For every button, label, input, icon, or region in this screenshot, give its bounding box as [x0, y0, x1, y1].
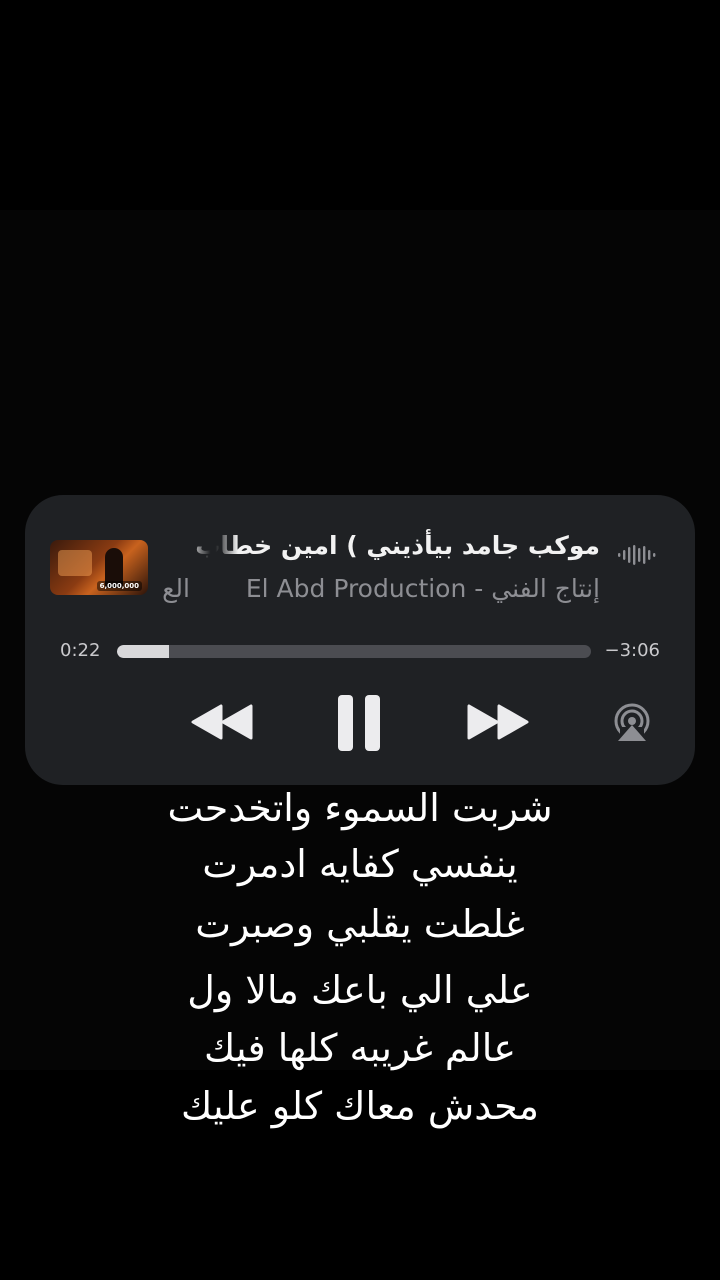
elapsed-time: 0:22 [60, 640, 101, 661]
progress-fill [117, 645, 170, 658]
rewind-icon[interactable] [189, 700, 255, 744]
waveform-icon [618, 545, 656, 565]
lyric-line: غلطت يقلبي وصبرت [195, 902, 525, 946]
now-playing-widget: 6,000,000 موكب جامد بيأذيني ) امين خطاب … [25, 495, 695, 785]
progress-scrubber[interactable] [117, 645, 591, 658]
lyric-line: علي الي باعك مالا ول [187, 968, 533, 1012]
track-title-text: موكب جامد بيأذيني ) امين خطاب [195, 531, 600, 560]
remaining-time: −3:06 [604, 640, 660, 661]
artwork-badge: 6,000,000 [96, 581, 142, 591]
lyrics-overlay: شربت السموء واتخدحت ينفسي كفايه ادمرت غل… [0, 780, 720, 1140]
track-info[interactable]: موكب جامد بيأذيني ) امين خطاب مه الع El … [160, 527, 600, 617]
fast-forward-icon[interactable] [465, 700, 531, 744]
lyric-line: محدش معاك كلو عليك [180, 1084, 540, 1128]
track-artist-overflow: الع [162, 574, 190, 603]
artwork-highlight [58, 550, 92, 576]
marquee-fade [188, 527, 238, 617]
lyric-line: ينفسي كفايه ادمرت [202, 842, 518, 886]
pause-icon[interactable] [335, 693, 385, 753]
track-artist-text: El Abd Production - إنتاج الفني [245, 574, 600, 603]
lyric-line: عالم غريبه كلها فيك [203, 1026, 517, 1070]
album-artwork[interactable]: 6,000,000 [50, 540, 148, 595]
airplay-icon[interactable] [610, 703, 654, 743]
screen: 6,000,000 موكب جامد بيأذيني ) امين خطاب … [0, 0, 720, 1280]
lyric-line: شربت السموء واتخدحت [167, 786, 553, 830]
